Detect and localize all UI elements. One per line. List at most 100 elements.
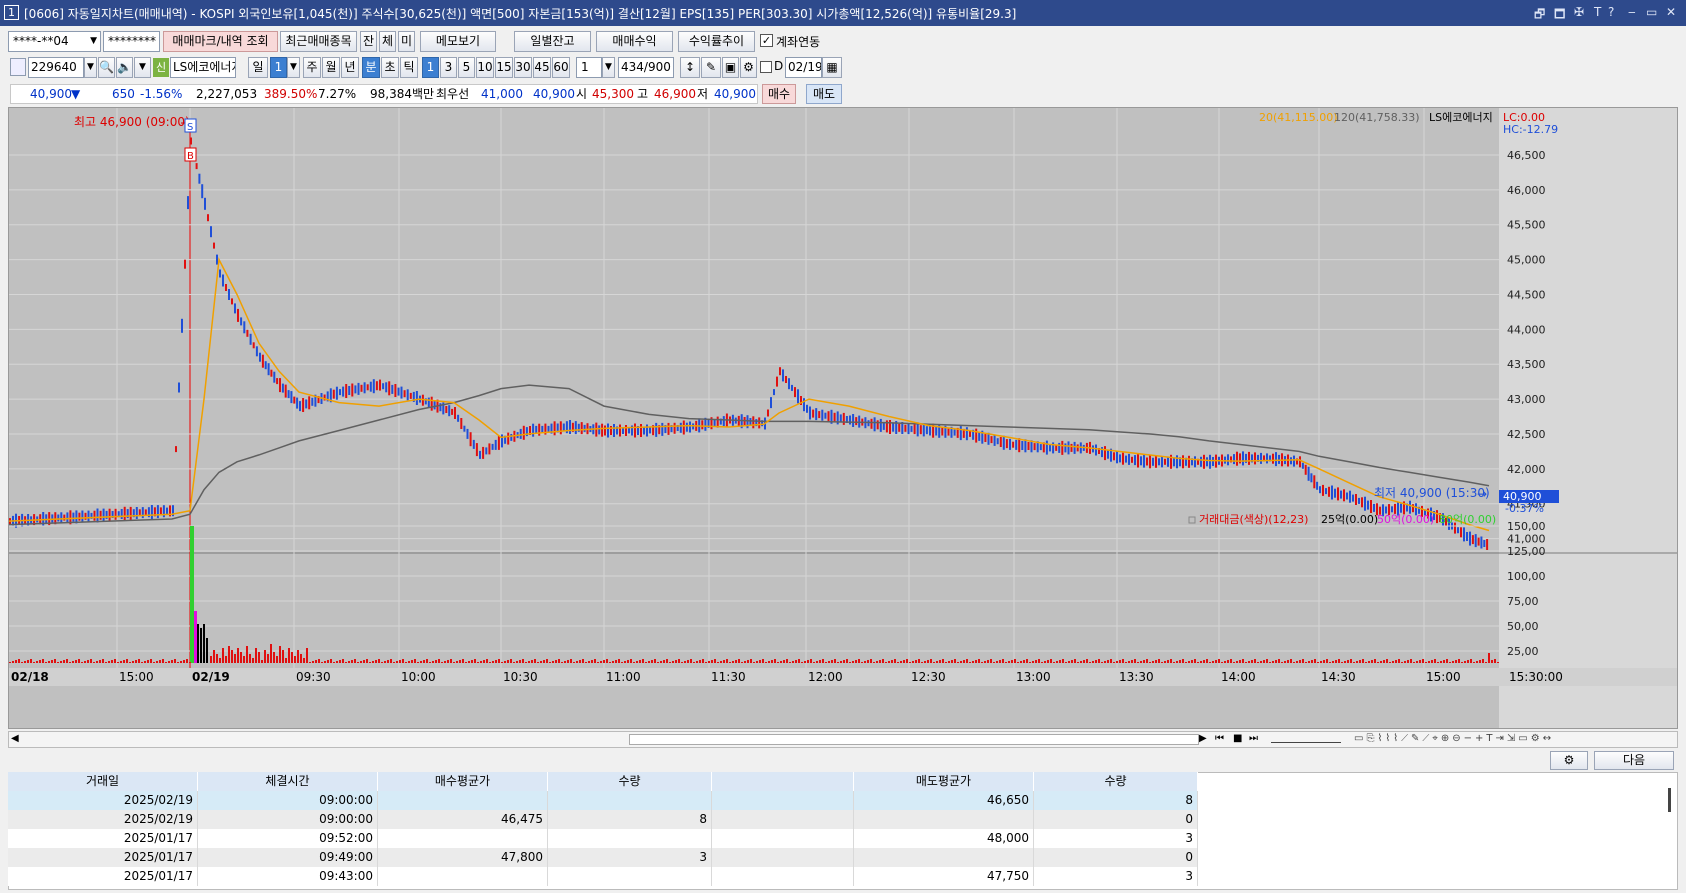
chart-area[interactable]: 46,500 46,000 45,500 45,000 44,500 44,000 43,5…: [8, 107, 1678, 729]
draw-tool-icon[interactable]: ✎: [701, 57, 721, 78]
period-minute[interactable]: 분: [362, 57, 380, 78]
minimize-icon[interactable]: ‒: [1628, 5, 1636, 19]
tab-filled[interactable]: 체: [379, 31, 396, 52]
memo-button[interactable]: 메모보기: [420, 31, 496, 52]
stock-code-input[interactable]: 229640: [28, 57, 84, 78]
indicator-icon[interactable]: ↕: [680, 57, 700, 78]
custom-interval-input[interactable]: 1: [576, 57, 602, 78]
help-icon[interactable]: ?: [1608, 5, 1614, 19]
interval-dropdown-icon[interactable]: ▼: [602, 57, 615, 78]
interval-10[interactable]: 10: [476, 57, 494, 78]
date-checkbox[interactable]: [760, 61, 772, 73]
table-row[interactable]: 2025/01/17 09:52:00 48,000 3: [8, 829, 1198, 848]
candle: [1290, 457, 1292, 465]
skip-forward-icon[interactable]: ⏭: [1249, 733, 1258, 744]
interval-60[interactable]: 60: [552, 57, 570, 78]
speaker-icon[interactable]: 🔈: [116, 57, 133, 78]
font-icon[interactable]: T: [1594, 5, 1601, 19]
date-input[interactable]: 02/19: [785, 57, 822, 78]
volume-bar: [1428, 661, 1430, 663]
maximize-icon[interactable]: ▭: [1646, 5, 1657, 19]
interval-3[interactable]: 3: [440, 57, 457, 78]
restore-icon[interactable]: 🗗: [1534, 5, 1545, 26]
scroll-left-icon[interactable]: ◀: [11, 733, 19, 744]
volume-bar: [1011, 660, 1013, 663]
table-row[interactable]: 2025/01/17 09:49:00 47,800 3 0: [8, 848, 1198, 867]
next-button[interactable]: 다음: [1594, 751, 1674, 770]
volume-bar: [945, 662, 947, 663]
volume-bar: [1320, 661, 1322, 663]
candle: [60, 512, 63, 524]
table-row[interactable]: 2025/02/19 09:00:00 46,650 8: [8, 791, 1198, 810]
gear-icon[interactable]: ⚙: [1550, 751, 1588, 770]
interval-5[interactable]: 5: [458, 57, 475, 78]
volume-bar: [561, 662, 563, 663]
interval-30[interactable]: 30: [514, 57, 532, 78]
table-row[interactable]: 2025/01/17 09:43:00 47,750 3: [8, 867, 1198, 886]
tab-recent-items[interactable]: 최근매매종목: [280, 31, 357, 52]
zoom-slider[interactable]: [1271, 735, 1341, 743]
chart-scrollbar[interactable]: ◀ ▶ ⏮ ■ ⏭ ▭⎘⌇⌇⌇⟋✎⟋⌖⊕⊖−+T⇥⇲▭⚙↔: [8, 731, 1678, 748]
period-year[interactable]: 년: [341, 57, 359, 78]
volume-bar: [1260, 661, 1262, 663]
volume-bar: [141, 662, 143, 663]
stop-icon[interactable]: ■: [1233, 733, 1242, 744]
table-scrollbar[interactable]: [1668, 788, 1671, 812]
day-count-dropdown-icon[interactable]: ▼: [287, 57, 300, 78]
volume-bar: [1044, 661, 1046, 663]
save-icon[interactable]: ▣: [722, 57, 739, 78]
account-select[interactable]: ****-**04 ▼: [8, 31, 101, 52]
interval-45[interactable]: 45: [533, 57, 551, 78]
period-second[interactable]: 초: [381, 57, 399, 78]
volume-bar: [1362, 659, 1364, 663]
table-row[interactable]: 2025/02/19 09:00:00 46,475 8 0: [8, 810, 1198, 829]
daily-balance-button[interactable]: 일별잔고: [514, 31, 591, 52]
link-window-icon[interactable]: 🗖: [1554, 5, 1565, 26]
search-icon[interactable]: 🔍: [98, 57, 115, 78]
sound-dropdown-icon[interactable]: ▼: [134, 57, 151, 78]
skip-back-icon[interactable]: ⏮: [1215, 733, 1224, 744]
period-week[interactable]: 주: [303, 57, 321, 78]
scroll-thumb[interactable]: [629, 734, 1199, 745]
time-axis-label: 11:00: [606, 670, 641, 684]
interval-1[interactable]: 1: [422, 57, 439, 78]
price-tick-label: 45,000: [1507, 254, 1546, 267]
quote-ask: 41,000: [481, 87, 523, 101]
bar-count[interactable]: 434/900: [618, 57, 674, 78]
password-field[interactable]: ********: [103, 31, 160, 52]
volume-bar: [15, 660, 17, 663]
candle: [1143, 454, 1145, 468]
volume-bar: [270, 644, 272, 663]
close-icon[interactable]: ✕: [1666, 5, 1676, 19]
trade-profit-button[interactable]: 매매수익: [596, 31, 673, 52]
return-trend-button[interactable]: 수익률추이: [678, 31, 755, 52]
time-axis-label: 13:00: [1016, 670, 1051, 684]
day-count[interactable]: 1: [270, 57, 287, 78]
account-link-checkbox[interactable]: ✓: [760, 34, 773, 47]
volume-bar: [288, 648, 290, 663]
candle: [953, 429, 956, 436]
panel-toggle-icon[interactable]: [10, 58, 26, 76]
calendar-icon[interactable]: ▦: [822, 57, 842, 78]
buy-button[interactable]: 매수: [762, 84, 796, 104]
price-chart[interactable]: 46,500 46,000 45,500 45,000 44,500 44,000 43,5…: [9, 108, 1677, 728]
volume-bar: [129, 662, 131, 663]
volume-bar: [222, 648, 224, 663]
candle: [213, 242, 215, 249]
gear-icon[interactable]: ⚙: [740, 57, 757, 78]
tab-unfilled[interactable]: 미: [398, 31, 415, 52]
draw-tools-icon[interactable]: ▭⎘⌇⌇⌇⟋✎⟋⌖⊕⊖−+T⇥⇲▭⚙↔: [1354, 733, 1554, 744]
period-day[interactable]: 일: [248, 57, 268, 78]
volume-bar: [1371, 660, 1373, 663]
pin-icon[interactable]: ✠: [1574, 5, 1584, 19]
sell-button[interactable]: 매도: [806, 84, 842, 104]
volume-bar: [597, 662, 599, 663]
interval-15[interactable]: 15: [495, 57, 513, 78]
period-tick[interactable]: 틱: [400, 57, 418, 78]
tab-balance[interactable]: 잔: [360, 31, 377, 52]
code-dropdown-icon[interactable]: ▼: [84, 57, 97, 78]
volume-bar: [420, 661, 422, 663]
tab-trade-marks[interactable]: 매매마크/내역 조회: [163, 31, 278, 52]
period-month[interactable]: 월: [322, 57, 340, 78]
play-icon[interactable]: ▶: [1199, 733, 1207, 744]
